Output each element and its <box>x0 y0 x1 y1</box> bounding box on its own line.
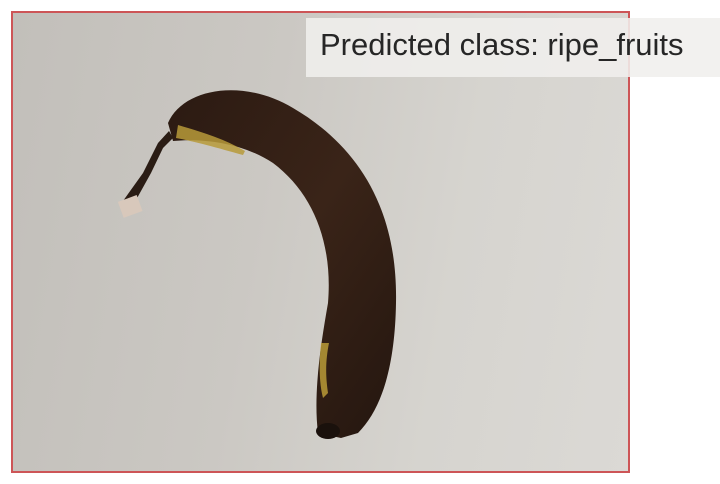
banana-stem <box>123 131 173 209</box>
image-frame <box>11 11 630 473</box>
prediction-label: Predicted class: ripe_fruits <box>320 27 684 62</box>
banana-tip <box>316 423 340 439</box>
banana-photo <box>117 90 397 439</box>
stem-tip <box>117 195 143 218</box>
